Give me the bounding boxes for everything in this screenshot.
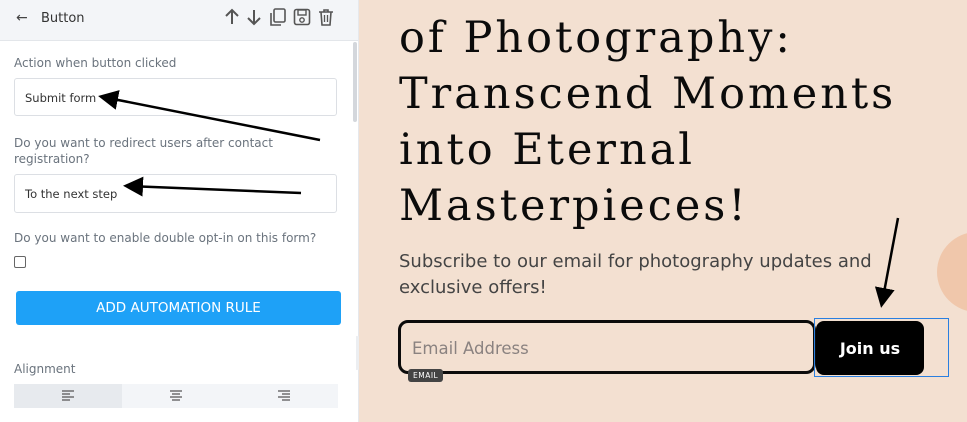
redirect-select[interactable]: To the next step <box>14 174 337 213</box>
alignment-group <box>14 384 338 408</box>
email-field-tag: EMAIL <box>408 369 444 382</box>
copy-icon[interactable] <box>268 7 288 27</box>
sidebar-title: Button <box>41 11 85 26</box>
email-placeholder: Email Address <box>412 339 529 358</box>
action-select[interactable]: Submit form <box>14 78 337 116</box>
arrow-up-icon[interactable] <box>222 7 242 27</box>
heading-line: of Photography: <box>399 13 793 63</box>
redirect-value: To the next step <box>25 187 118 201</box>
settings-sidebar: ← Button Action when button clicked Subm… <box>0 0 359 422</box>
align-center-icon <box>170 390 182 401</box>
hero-heading: of Photography: Transcend Moments into E… <box>399 10 896 234</box>
action-label: Action when button clicked <box>14 56 177 70</box>
optin-checkbox[interactable] <box>14 256 26 268</box>
add-automation-rule-button[interactable]: ADD AUTOMATION RULE <box>16 291 341 325</box>
align-left-button[interactable] <box>14 384 122 408</box>
align-right-icon <box>278 390 290 401</box>
heading-line: Transcend Moments <box>399 69 897 119</box>
page-canvas: of Photography: Transcend Moments into E… <box>359 0 967 422</box>
heading-line: Masterpieces! <box>399 181 749 231</box>
sidebar-header: ← Button <box>0 0 358 41</box>
join-us-button[interactable]: Join us <box>816 321 924 375</box>
back-arrow-icon[interactable]: ← <box>16 10 28 26</box>
arrow-down-icon[interactable] <box>244 7 264 27</box>
heading-line: into Eternal <box>399 125 696 175</box>
action-value: Submit form <box>25 91 97 105</box>
hand-image <box>937 232 967 312</box>
trash-icon[interactable] <box>316 7 336 27</box>
save-icon[interactable] <box>292 7 312 27</box>
align-center-button[interactable] <box>122 384 230 408</box>
align-left-icon <box>62 390 74 401</box>
align-right-button[interactable] <box>230 384 338 408</box>
alignment-label: Alignment <box>14 362 76 376</box>
optin-label: Do you want to enable double opt-in on t… <box>14 231 317 245</box>
redirect-label: Do you want to redirect users after cont… <box>14 136 273 166</box>
subscribe-text: Subscribe to our email for photography u… <box>399 251 872 298</box>
sidebar-scrollbar[interactable] <box>353 42 357 122</box>
email-input[interactable]: Email Address <box>398 320 816 374</box>
